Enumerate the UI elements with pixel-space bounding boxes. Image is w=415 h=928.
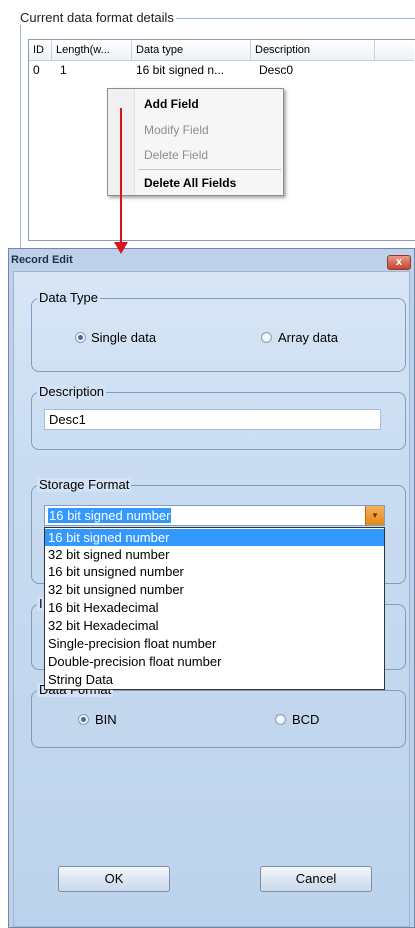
single-data-label[interactable]: Single data	[91, 330, 156, 345]
dropdown-option[interactable]: String Data	[45, 671, 384, 688]
data-type-group	[31, 298, 406, 372]
bcd-radio[interactable]	[275, 714, 286, 725]
column-header-length[interactable]: Length(w...	[52, 40, 132, 60]
dropdown-option[interactable]: 16 bit signed number	[45, 529, 384, 546]
dialog-title: Record Edit	[11, 254, 73, 266]
ok-button[interactable]: OK	[58, 866, 170, 892]
column-header-description[interactable]: Description	[251, 40, 375, 60]
menu-item-delete-field[interactable]: Delete Field	[144, 145, 208, 165]
bin-label[interactable]: BIN	[95, 712, 117, 727]
storage-format-dropdown-list: 16 bit signed number 32 bit signed numbe…	[44, 527, 385, 690]
single-data-radio[interactable]	[75, 332, 86, 343]
data-format-details-panel: Current data format details ID Length(w.…	[0, 0, 415, 259]
annotation-arrow-shaft	[120, 108, 122, 246]
annotation-arrow-head-icon	[114, 242, 128, 254]
array-data-label[interactable]: Array data	[278, 330, 338, 345]
dropdown-option[interactable]: Single-precision float number	[45, 635, 384, 652]
close-button[interactable]: x	[387, 255, 411, 270]
storage-format-legend: Storage Format	[37, 477, 132, 492]
bcd-label[interactable]: BCD	[292, 712, 319, 727]
storage-format-select[interactable]: 16 bit signed number ▼	[44, 505, 385, 526]
chevron-down-icon[interactable]: ▼	[365, 506, 384, 525]
column-header-id[interactable]: ID	[29, 40, 52, 60]
dropdown-option[interactable]: 16 bit Hexadecimal	[45, 599, 384, 616]
dropdown-option[interactable]: 16 bit unsigned number	[45, 563, 384, 580]
dropdown-option[interactable]: 32 bit signed number	[45, 546, 384, 563]
dropdown-option[interactable]: 32 bit Hexadecimal	[45, 617, 384, 634]
array-data-radio[interactable]	[261, 332, 272, 343]
dropdown-option[interactable]: 32 bit unsigned number	[45, 581, 384, 598]
data-format-details-title: Current data format details	[18, 10, 176, 25]
bin-radio[interactable]	[78, 714, 89, 725]
description-legend: Description	[37, 384, 107, 399]
cell-id: 0	[33, 63, 40, 77]
description-input[interactable]: Desc1	[44, 409, 381, 430]
column-header-filler	[375, 40, 414, 60]
context-menu: Add Field Modify Field Delete Field Dele…	[107, 88, 284, 196]
column-header-data-type[interactable]: Data type	[132, 40, 251, 60]
cell-description: Desc0	[259, 63, 294, 77]
data-type-legend: Data Type	[37, 290, 101, 305]
cell-data-type: 16 bit signed n...	[136, 63, 225, 77]
close-icon: x	[395, 256, 403, 268]
menu-separator	[138, 169, 281, 170]
dropdown-option[interactable]: Double-precision float number	[45, 653, 384, 670]
menu-item-modify-field[interactable]: Modify Field	[144, 120, 209, 140]
cancel-button[interactable]: Cancel	[260, 866, 372, 892]
menu-item-add-field[interactable]: Add Field	[144, 94, 199, 114]
table-header: ID Length(w... Data type Description	[29, 40, 414, 61]
menu-item-delete-all-fields[interactable]: Delete All Fields	[144, 173, 236, 193]
cell-length: 1	[60, 63, 67, 77]
storage-format-selected-value: 16 bit signed number	[48, 508, 172, 523]
